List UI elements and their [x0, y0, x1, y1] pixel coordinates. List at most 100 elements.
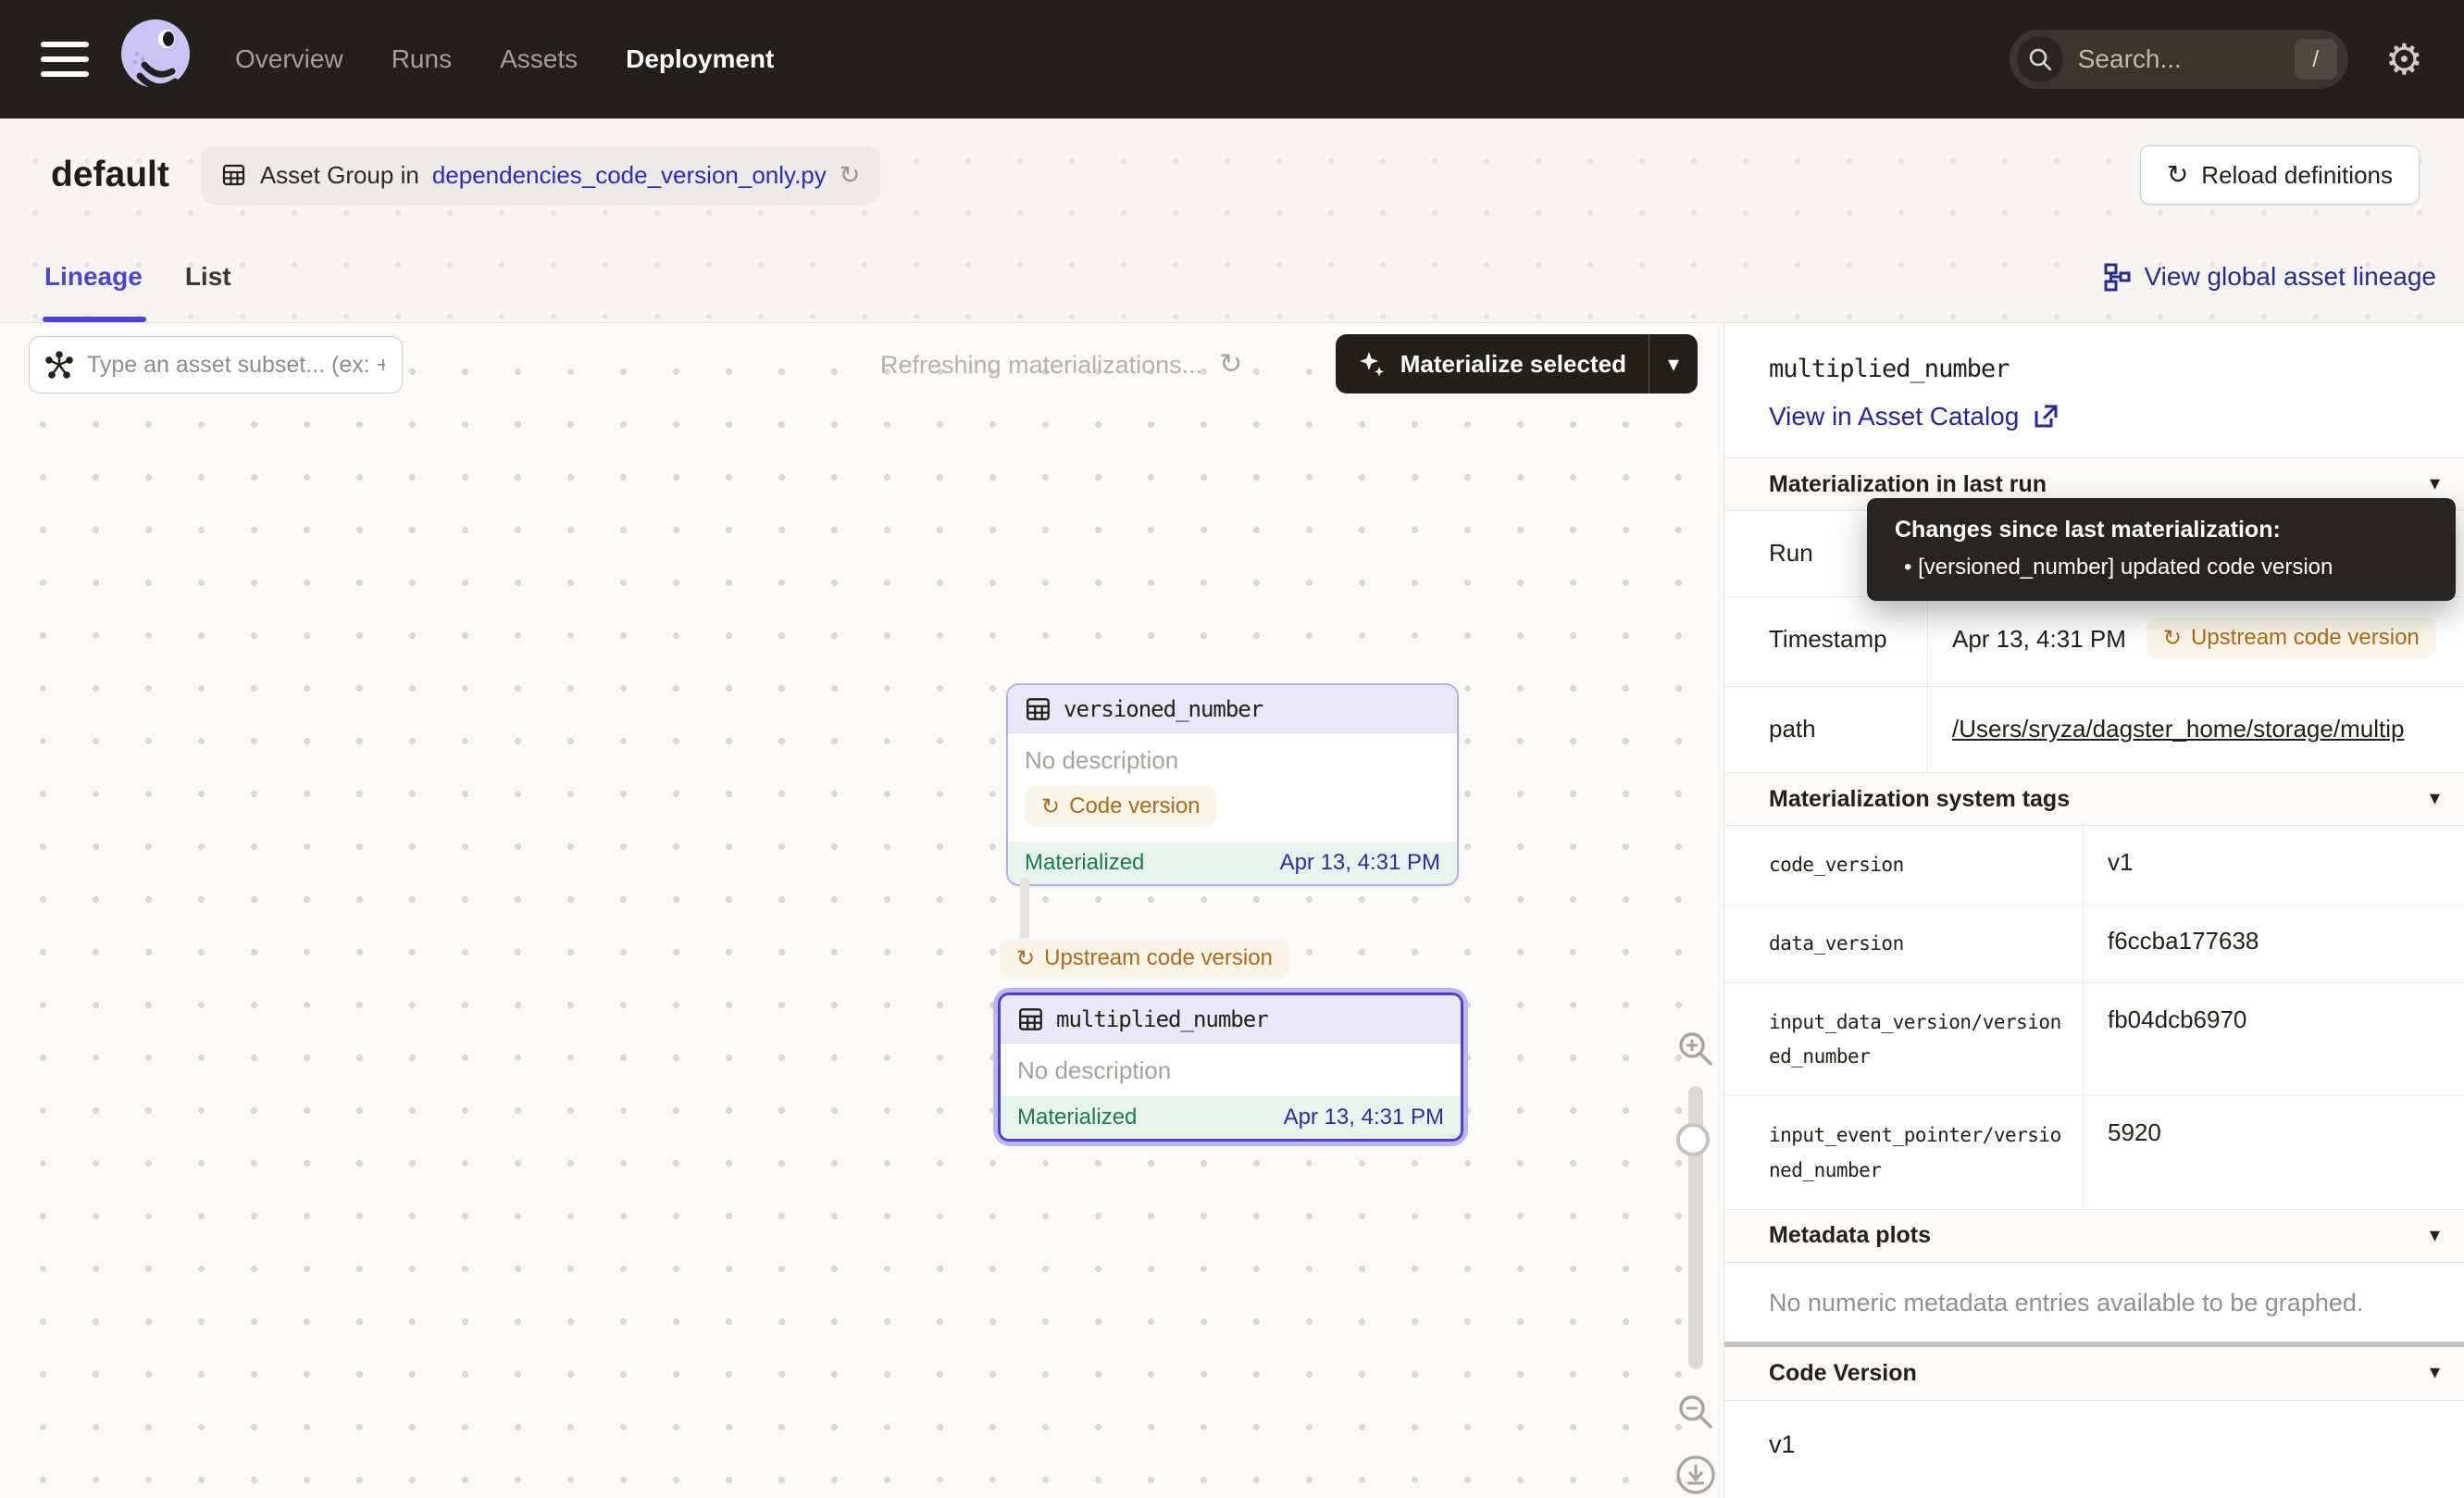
row-value: Apr 13, 4:31 PM ↻ Upstream code version [1928, 597, 2464, 686]
tag-value: f6ccba177638 [2084, 905, 2464, 982]
nav-item-overview[interactable]: Overview [235, 44, 343, 74]
node-header: multiplied_number [1001, 995, 1461, 1043]
search-shortcut-key: / [2295, 39, 2337, 80]
code-version-icon: ↻ [1041, 795, 1060, 818]
node-footer: Materialized Apr 13, 4:31 PM [1001, 1096, 1461, 1139]
page-title: default [51, 155, 169, 195]
chevron-down-icon: ▾ [2430, 789, 2440, 809]
active-tab-indicator [43, 317, 146, 322]
download-image-icon[interactable] [1674, 1453, 1718, 1497]
chip-reload-icon[interactable]: ↻ [840, 163, 861, 188]
title-row: default Asset Group in dependencies_code… [0, 119, 2464, 231]
code-file-link[interactable]: dependencies_code_version_only.py [432, 161, 827, 190]
table-icon [1025, 695, 1052, 723]
app-root: Overview Runs Assets Deployment / ⚙ defa… [0, 0, 2464, 1498]
chevron-down-icon: ▾ [2430, 1363, 2440, 1383]
code-version-icon: ↻ [1016, 947, 1035, 969]
chip-prefix: Asset Group in [260, 161, 419, 190]
section-title: Metadata plots [1769, 1222, 1931, 1249]
tag-key: input_event_pointer/versioned_number [1724, 1096, 2084, 1209]
tag-value: fb04dcb6970 [2084, 983, 2464, 1096]
tag-key: input_data_version/versioned_number [1724, 983, 2084, 1096]
view-in-asset-catalog-link[interactable]: View in Asset Catalog [1769, 402, 2060, 431]
storage-path-link[interactable]: /Users/sryza/dagster_home/storage/multip [1952, 715, 2404, 743]
table-row: input_data_version/versioned_number fb04… [1724, 982, 2464, 1096]
asset-name: versioned_number [1064, 696, 1263, 722]
materialize-selected-button[interactable]: Materialize selected ▾ [1336, 334, 1698, 393]
global-lineage-label: View global asset lineage [2145, 262, 2436, 292]
code-version-icon: ↻ [2163, 627, 2182, 649]
settings-gear-icon[interactable]: ⚙ [2385, 38, 2423, 81]
tooltip-item: [versioned_number] updated code version [1895, 555, 2443, 580]
metadata-plots-empty-text: No numeric metadata entries available to… [1724, 1263, 2464, 1342]
node-footer: Materialized Apr 13, 4:31 PM [1008, 842, 1457, 884]
zoom-out-icon[interactable] [1675, 1392, 1716, 1432]
section-header-metadata-plots[interactable]: Metadata plots ▾ [1724, 1209, 2464, 1263]
tab-list[interactable]: List [185, 262, 231, 292]
nav-item-assets[interactable]: Assets [500, 44, 578, 74]
nav-item-runs[interactable]: Runs [392, 44, 452, 74]
code-version-tag: ↻ Code version [1025, 786, 1217, 827]
graph-zoom-controls [1670, 1029, 1722, 1497]
lineage-graph-icon [2102, 262, 2132, 292]
tag-key: data_version [1724, 905, 2084, 982]
search-icon [2017, 36, 2063, 82]
zoom-in-icon[interactable] [1675, 1029, 1716, 1069]
dagster-logo-icon[interactable] [109, 13, 202, 106]
asset-group-chip: Asset Group in dependencies_code_version… [201, 145, 881, 205]
section-header-materialization-system-tags[interactable]: Materialization system tags ▾ [1724, 772, 2464, 826]
materialize-dropdown-button[interactable]: ▾ [1649, 334, 1698, 393]
reload-label: Reload definitions [2201, 161, 2393, 190]
table-row: Timestamp Apr 13, 4:31 PM ↻ Upstream cod… [1724, 596, 2464, 686]
asset-description: No description [1001, 1043, 1461, 1096]
graph-edge [1020, 878, 1029, 939]
asset-description: No description [1008, 733, 1457, 775]
materialized-time: Apr 13, 4:31 PM [1284, 1105, 1444, 1130]
asset-subset-input[interactable] [85, 351, 387, 380]
materialized-status: Materialized [1025, 850, 1144, 876]
main-area: Refreshing materializations... ↻ Materia… [0, 322, 2464, 1498]
nav-right: / ⚙ [2010, 30, 2423, 89]
view-global-asset-lineage-link[interactable]: View global asset lineage [2102, 262, 2436, 292]
tag-key: code_version [1724, 826, 2084, 904]
page-header: default Asset Group in dependencies_code… [0, 119, 2464, 322]
refreshing-label: Refreshing materializations... [880, 351, 1202, 380]
materialize-label: Materialize selected [1400, 350, 1626, 379]
reload-definitions-button[interactable]: ↻ Reload definitions [2140, 145, 2420, 205]
node-header: versioned_number [1008, 685, 1457, 733]
asset-name: multiplied_number [1056, 1006, 1268, 1032]
chevron-down-icon: ▾ [2430, 474, 2440, 494]
zoom-slider[interactable] [1688, 1086, 1703, 1369]
table-icon [221, 162, 247, 188]
asset-subset-filter[interactable] [29, 336, 403, 393]
asset-graph-canvas[interactable]: Refreshing materializations... ↻ Materia… [0, 323, 1724, 1498]
chevron-down-icon: ▾ [1668, 353, 1679, 375]
selected-asset-name: multiplied_number [1769, 355, 2464, 383]
materialized-status: Materialized [1017, 1105, 1137, 1130]
hamburger-menu-icon[interactable] [41, 42, 89, 77]
reload-icon: ↻ [2167, 162, 2188, 188]
external-link-icon [2032, 403, 2060, 431]
row-label: Timestamp [1724, 597, 1928, 686]
nav-menu: Overview Runs Assets Deployment [235, 44, 774, 74]
search-input[interactable] [2076, 44, 2243, 75]
table-row: code_version v1 [1724, 826, 2464, 904]
table-icon [1017, 1005, 1045, 1033]
global-search[interactable]: / [2010, 30, 2348, 89]
sparkle-icon [1356, 348, 1388, 380]
top-nav: Overview Runs Assets Deployment / ⚙ [0, 0, 2464, 119]
asset-node-multiplied-number[interactable]: multiplied_number No description Materia… [993, 988, 1468, 1146]
table-row: path /Users/sryza/dagster_home/storage/m… [1724, 686, 2464, 772]
zoom-slider-handle[interactable] [1676, 1123, 1710, 1156]
section-title: Materialization in last run [1769, 471, 2047, 498]
refresh-materializations-icon[interactable]: ↻ [1219, 351, 1242, 379]
changes-tooltip: Changes since last materialization: [ver… [1867, 498, 2456, 601]
code-version-value: v1 [1724, 1401, 2464, 1498]
upstream-code-version-badge: ↻ Upstream code version [1000, 938, 1289, 979]
section-title: Code Version [1769, 1360, 1917, 1387]
tooltip-title: Changes since last materialization: [1895, 517, 2443, 543]
tab-lineage[interactable]: Lineage [44, 262, 143, 292]
nav-item-deployment[interactable]: Deployment [626, 44, 774, 74]
section-header-code-version[interactable]: Code Version ▾ [1724, 1347, 2464, 1401]
asset-node-versioned-number[interactable]: versioned_number No description ↻ Code v… [1006, 683, 1459, 886]
